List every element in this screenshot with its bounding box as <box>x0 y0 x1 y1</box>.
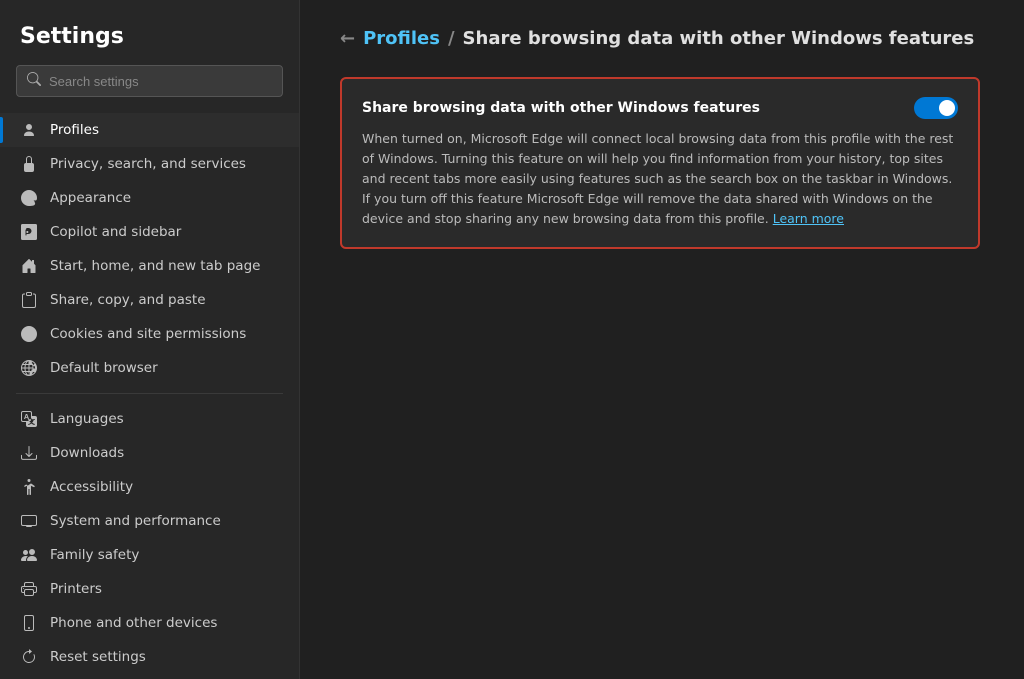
sidebar-item-appearance[interactable]: Appearance <box>0 181 299 215</box>
sidebar-item-share-copy[interactable]: Share, copy, and paste <box>0 283 299 317</box>
family-icon <box>20 546 38 564</box>
appearance-icon <box>20 189 38 207</box>
profiles-icon <box>20 121 38 139</box>
sidebar-item-privacy[interactable]: Privacy, search, and services <box>0 147 299 181</box>
default-browser-icon <box>20 359 38 377</box>
share-copy-icon <box>20 291 38 309</box>
breadcrumb: ← Profiles / Share browsing data with ot… <box>340 28 984 49</box>
sidebar-item-languages[interactable]: Languages <box>0 402 299 436</box>
back-button[interactable]: ← <box>340 28 355 49</box>
card-title: Share browsing data with other Windows f… <box>362 100 760 116</box>
settings-card: Share browsing data with other Windows f… <box>340 77 980 249</box>
sidebar-item-label-appearance: Appearance <box>50 190 131 206</box>
sidebar-item-label-downloads: Downloads <box>50 445 124 461</box>
system-icon <box>20 512 38 530</box>
sidebar-item-label-languages: Languages <box>50 411 124 427</box>
sidebar-item-label-start-home: Start, home, and new tab page <box>50 258 260 274</box>
sidebar-item-system[interactable]: System and performance <box>0 504 299 538</box>
phone-icon <box>20 614 38 632</box>
cookies-icon <box>20 325 38 343</box>
sidebar-item-downloads[interactable]: Downloads <box>0 436 299 470</box>
sidebar-item-label-accessibility: Accessibility <box>50 479 133 495</box>
sidebar-item-label-printers: Printers <box>50 581 102 597</box>
share-browsing-toggle[interactable] <box>914 97 958 119</box>
breadcrumb-current: Share browsing data with other Windows f… <box>463 28 975 49</box>
sidebar-item-label-profiles: Profiles <box>50 122 99 138</box>
sidebar-item-label-copilot: Copilot and sidebar <box>50 224 181 240</box>
sidebar-item-default-browser[interactable]: Default browser <box>0 351 299 385</box>
sidebar-item-profiles[interactable]: Profiles <box>0 113 299 147</box>
search-input[interactable] <box>49 74 272 89</box>
sidebar: Settings Profiles Privacy, search, and se… <box>0 0 300 679</box>
breadcrumb-separator: / <box>448 28 455 49</box>
sidebar-item-cookies[interactable]: Cookies and site permissions <box>0 317 299 351</box>
printers-icon <box>20 580 38 598</box>
sidebar-item-label-privacy: Privacy, search, and services <box>50 156 246 172</box>
downloads-icon <box>20 444 38 462</box>
accessibility-icon <box>20 478 38 496</box>
sidebar-title: Settings <box>0 16 299 65</box>
start-home-icon <box>20 257 38 275</box>
sidebar-item-accessibility[interactable]: Accessibility <box>0 470 299 504</box>
sidebar-item-copilot[interactable]: Copilot and sidebar <box>0 215 299 249</box>
sidebar-item-phone[interactable]: Phone and other devices <box>0 606 299 640</box>
card-description: When turned on, Microsoft Edge will conn… <box>362 129 958 229</box>
nav-separator <box>16 393 283 394</box>
sidebar-item-reset[interactable]: Reset settings <box>0 640 299 674</box>
sidebar-item-label-reset: Reset settings <box>50 649 146 665</box>
main-content: ← Profiles / Share browsing data with ot… <box>300 0 1024 679</box>
sidebar-item-label-system: System and performance <box>50 513 221 529</box>
sidebar-item-label-family: Family safety <box>50 547 139 563</box>
search-box[interactable] <box>16 65 283 97</box>
sidebar-item-family[interactable]: Family safety <box>0 538 299 572</box>
sidebar-item-label-phone: Phone and other devices <box>50 615 217 631</box>
card-header: Share browsing data with other Windows f… <box>362 97 958 119</box>
learn-more-link[interactable]: Learn more <box>773 211 844 226</box>
breadcrumb-link[interactable]: Profiles <box>363 28 440 49</box>
sidebar-item-label-share-copy: Share, copy, and paste <box>50 292 206 308</box>
copilot-icon <box>20 223 38 241</box>
languages-icon <box>20 410 38 428</box>
search-icon <box>27 72 41 90</box>
sidebar-item-start-home[interactable]: Start, home, and new tab page <box>0 249 299 283</box>
sidebar-item-label-cookies: Cookies and site permissions <box>50 326 246 342</box>
privacy-icon <box>20 155 38 173</box>
sidebar-item-printers[interactable]: Printers <box>0 572 299 606</box>
toggle-slider <box>914 97 958 119</box>
sidebar-item-label-default-browser: Default browser <box>50 360 158 376</box>
reset-icon <box>20 648 38 666</box>
